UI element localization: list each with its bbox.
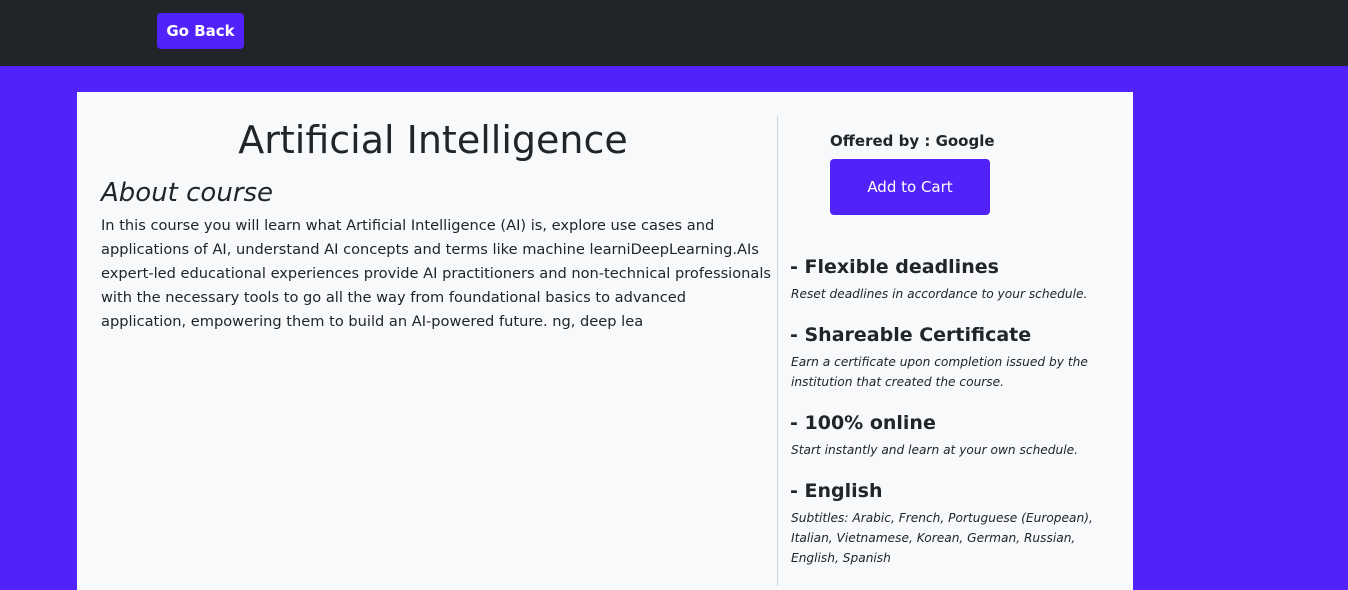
offered-by-label: Offered by : Google: [830, 132, 995, 150]
add-to-cart-button[interactable]: Add to Cart: [830, 159, 990, 215]
about-course-text: In this course you will learn what Artif…: [101, 217, 772, 330]
feature-100-online: - 100% online Start instantly and learn …: [790, 410, 1120, 460]
course-card: Artificial Intelligence About course In …: [77, 92, 1133, 590]
top-navbar: Go Back: [0, 0, 1348, 66]
feature-description: Start instantly and learn at your own sc…: [791, 443, 1079, 457]
feature-flexible-deadlines: - Flexible deadlines Reset deadlines in …: [790, 254, 1120, 304]
feature-title: - Shareable Certificate: [790, 324, 1032, 346]
feature-description: Reset deadlines in accordance to your sc…: [791, 287, 1088, 301]
feature-title: - Flexible deadlines: [790, 256, 999, 278]
feature-shareable-certificate: - Shareable Certificate Earn a certifica…: [790, 322, 1120, 392]
feature-english: - English Subtitles: Arabic, French, Por…: [790, 478, 1120, 568]
feature-description: Subtitles: Arabic, French, Portuguese (E…: [791, 511, 1093, 565]
course-title: Artificial Intelligence: [238, 118, 628, 162]
feature-description: Earn a certificate upon completion issue…: [791, 355, 1088, 389]
feature-title: - 100% online: [790, 412, 936, 434]
feature-title: - English: [790, 480, 883, 502]
about-course-heading: About course: [101, 178, 274, 208]
column-divider: [777, 116, 778, 586]
go-back-button[interactable]: Go Back: [157, 13, 244, 49]
